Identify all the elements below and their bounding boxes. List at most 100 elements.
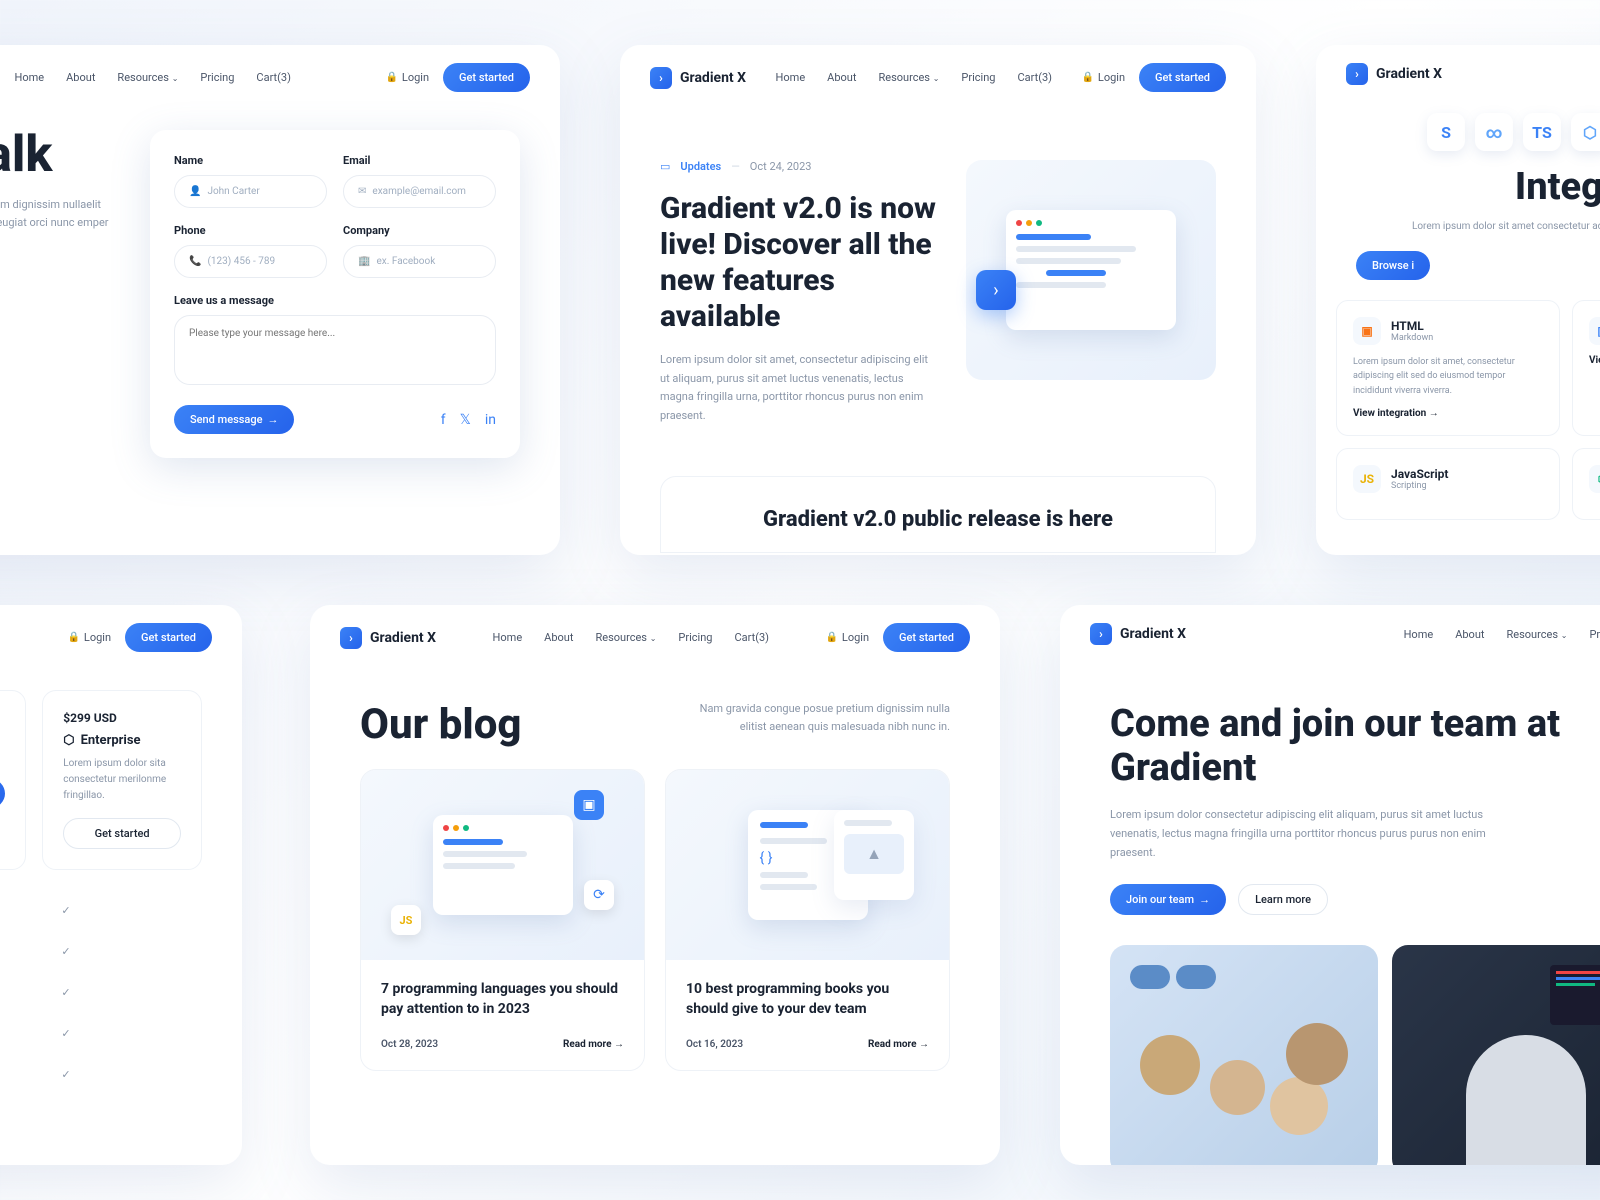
nav-pricing[interactable]: Pricing xyxy=(961,71,995,84)
lock-icon: 🔒 xyxy=(1081,72,1093,83)
phone-input[interactable]: 📞(123) 456 - 789 xyxy=(174,245,327,278)
login-link[interactable]: 🔒Login xyxy=(67,631,111,644)
get-started-button[interactable]: Get started xyxy=(883,623,970,652)
plan-price: $299 USD xyxy=(63,711,181,725)
nav-home[interactable]: Home xyxy=(15,71,45,84)
contact-page-card: Home About Resources Pricing Cart(3) 🔒Lo… xyxy=(0,45,560,555)
feature-check: ✓ xyxy=(0,972,202,1013)
get-started-button[interactable]: Get started xyxy=(443,63,530,92)
integration-card-node[interactable]: ⬡ NodeScriptin xyxy=(1572,448,1600,520)
update-illustration: › xyxy=(966,160,1216,380)
feature-check: ✓ xyxy=(0,890,202,931)
integrations-page-card: ›Gradient X Home About Resourc S ∞ TS ⬡ … xyxy=(1316,45,1600,555)
blog-post-title: 7 programming languages you should pay a… xyxy=(381,980,624,1019)
nav-home[interactable]: Home xyxy=(493,631,523,644)
blog-desc: Nam gravida congue posue pretium digniss… xyxy=(690,700,950,735)
name-label: Name xyxy=(174,154,327,167)
logo[interactable]: ›Gradient X xyxy=(340,627,436,649)
logo[interactable]: ›Gradient X xyxy=(1090,623,1186,645)
name-input[interactable]: 👤John Carter xyxy=(174,175,327,208)
tech-icons-row: S ∞ TS ⬡ ▣ JS xyxy=(1356,113,1600,151)
login-link[interactable]: 🔒Login xyxy=(825,631,869,644)
plan-name: ⬡Enterprise xyxy=(63,733,181,748)
chevron-down-icon xyxy=(172,74,179,83)
company-input[interactable]: 🏢ex. Facebook xyxy=(343,245,496,278)
blog-title: Our blog xyxy=(360,700,521,749)
nav-cart[interactable]: Cart(3) xyxy=(256,71,291,84)
get-started-button[interactable]: Get started xyxy=(1139,63,1226,92)
nav-about[interactable]: About xyxy=(1455,628,1484,641)
integrations-desc: Lorem ipsum dolor sit amet consectetur a… xyxy=(1356,219,1600,235)
contact-email-value: dient.com xyxy=(0,289,110,302)
css-icon: ▣ xyxy=(1589,317,1600,345)
nav-resources[interactable]: Resources xyxy=(595,631,656,644)
integrations-title: Integr xyxy=(1356,165,1600,209)
ts-icon: TS xyxy=(1523,113,1561,151)
email-input[interactable]: ✉example@email.com xyxy=(343,175,496,208)
send-message-button[interactable]: Send message xyxy=(174,405,294,434)
team-photo xyxy=(1392,945,1600,1165)
chevron-down-icon xyxy=(1561,631,1568,640)
blog-post-card[interactable]: { } ▲ 10 best programming books you shou… xyxy=(665,769,950,1071)
blog-post-card[interactable]: ▣ JS ⟳ 7 programming languages you shoul… xyxy=(360,769,645,1071)
contact-email-label: email xyxy=(0,273,110,286)
lock-icon: 🔒 xyxy=(825,632,837,643)
nav-pricing[interactable]: Pricing xyxy=(1589,628,1600,641)
user-icon: 👤 xyxy=(189,186,201,197)
contact-title: s talk xyxy=(0,130,110,180)
message-label: Leave us a message xyxy=(174,294,496,307)
nav-resources[interactable]: Resources xyxy=(117,71,178,84)
update-tag: Updates xyxy=(680,160,721,173)
browse-integrations-button[interactable]: Browse i xyxy=(1356,251,1430,280)
nav-resources[interactable]: Resources xyxy=(1506,628,1567,641)
nav-home[interactable]: Home xyxy=(1404,628,1434,641)
twitter-icon[interactable]: 𝕏 xyxy=(460,412,471,428)
logo[interactable]: ›Gradient X xyxy=(1346,63,1442,85)
logo[interactable]: ›Gradient X xyxy=(650,67,746,89)
blog-post-date: Oct 16, 2023 xyxy=(686,1039,743,1050)
nav-resources[interactable]: Resources xyxy=(878,71,939,84)
nav-about[interactable]: About xyxy=(66,71,95,84)
integration-card-css[interactable]: ▣ CSSVisual View integratio xyxy=(1572,300,1600,436)
get-started-button[interactable]: Get started xyxy=(125,623,212,652)
building-icon: 🏢 xyxy=(358,256,370,267)
nav-cart[interactable]: Cart(3) xyxy=(1017,71,1052,84)
contact-phone-value: 071 xyxy=(0,334,110,347)
select-plan-button[interactable]: d xyxy=(0,779,5,808)
read-more-link[interactable]: Read more xyxy=(563,1039,624,1050)
integration-card-html[interactable]: ▣ HTMLMarkdown Lorem ipsum dolor sit ame… xyxy=(1336,300,1560,436)
nav-about[interactable]: About xyxy=(544,631,573,644)
message-input[interactable] xyxy=(174,315,496,385)
contact-phone-label: l xyxy=(0,318,110,331)
nav-about[interactable]: About xyxy=(827,71,856,84)
python-badge-icon: ⟳ xyxy=(584,880,614,910)
blog-illustration: { } ▲ xyxy=(666,770,949,960)
logo-icon: › xyxy=(1090,623,1112,645)
read-more-link[interactable]: Read more xyxy=(868,1039,929,1050)
contact-form: Name 👤John Carter Email ✉example@email.c… xyxy=(150,130,520,458)
get-started-plan-button[interactable]: Get started xyxy=(63,818,181,849)
join-team-button[interactable]: Join our team xyxy=(1110,884,1226,915)
nav-cart[interactable]: Cart(3) xyxy=(734,631,769,644)
svelte-icon: S xyxy=(1427,113,1465,151)
js-badge-icon: JS xyxy=(391,905,421,935)
integration-card-js[interactable]: JS JavaScriptScripting xyxy=(1336,448,1560,520)
login-link[interactable]: 🔒Login xyxy=(385,71,429,84)
view-integration-link[interactable]: View integratio xyxy=(1589,355,1600,366)
learn-more-button[interactable]: Learn more xyxy=(1238,884,1328,915)
team-desc: Lorem ipsum dolor consectetur adipiscing… xyxy=(1110,806,1510,862)
node-icon: ⬡ xyxy=(1589,465,1600,493)
nav-pricing[interactable]: Pricing xyxy=(200,71,234,84)
nav-pricing[interactable]: Pricing xyxy=(678,631,712,644)
view-integration-link[interactable]: View integration xyxy=(1353,408,1543,419)
nav: ›Gradient X Home About Resources Pricing… xyxy=(620,45,1256,110)
linkedin-icon[interactable]: in xyxy=(485,412,496,428)
contact-desc: posuere pretium dignissim nullaelit uada… xyxy=(0,196,110,249)
phone-label: Phone xyxy=(174,224,327,237)
facebook-icon[interactable]: f xyxy=(441,412,446,428)
pricing-page-card: 🔒Login Get started s fringillao vel. d $… xyxy=(0,605,242,1165)
feature-check: ✓ xyxy=(0,1013,202,1054)
login-link[interactable]: 🔒Login xyxy=(1081,71,1125,84)
phone-icon: 📞 xyxy=(189,256,201,267)
nav-home[interactable]: Home xyxy=(776,71,806,84)
